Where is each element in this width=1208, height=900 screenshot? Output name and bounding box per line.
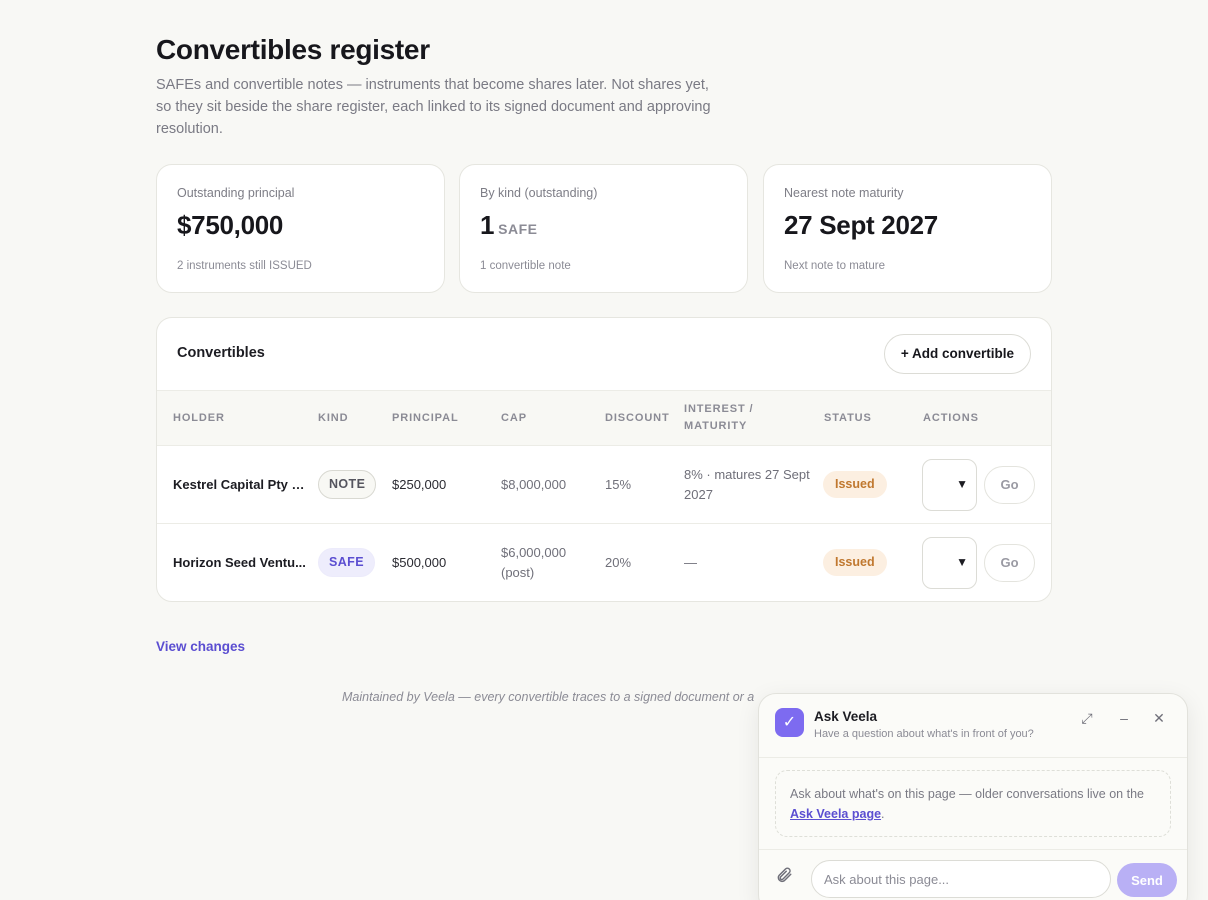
column-header-actions: ACTIONS — [923, 412, 979, 424]
table-header-bar: Convertibles + Add convertible — [157, 318, 1051, 391]
chat-header: ✓ Ask Veela Have a question about what's… — [759, 694, 1187, 758]
principal-cell: $250,000 — [392, 477, 447, 492]
card-sub: 2 instruments still ISSUED — [177, 260, 312, 272]
column-header-kind: KIND — [318, 412, 349, 424]
kind-badge: SAFE — [318, 548, 375, 577]
go-button[interactable]: Go — [984, 466, 1035, 504]
chat-input[interactable] — [811, 860, 1111, 898]
summary-card-principal: Outstanding principal $750,000 2 instrum… — [156, 164, 445, 293]
column-header-principal: PRINCIPAL — [392, 412, 459, 424]
card-value-unit: SAFE — [498, 221, 538, 237]
page-title: Convertibles register — [156, 34, 430, 65]
card-value: 27 Sept 2027 — [784, 210, 1031, 244]
check-icon: ✓ — [775, 708, 804, 737]
card-value: 1 SAFE — [480, 210, 727, 244]
chat-footer: Send — [759, 849, 1187, 900]
status-badge: Issued — [823, 471, 887, 498]
chat-title: Ask Veela — [814, 709, 878, 724]
card-label: Outstanding principal — [177, 186, 295, 200]
principal-cell: $500,000 — [392, 555, 447, 570]
card-sub: Next note to mature — [784, 260, 885, 272]
column-header-discount: DISCOUNT — [605, 412, 670, 424]
column-header-holder: HOLDER — [173, 412, 225, 424]
column-header-status: STATUS — [824, 412, 872, 424]
table-row: Horizon Seed Ventu... SAFE $500,000 $6,0… — [157, 524, 1051, 601]
send-button[interactable]: Send — [1117, 863, 1177, 897]
column-header-interest: INTEREST / MATURITY — [684, 403, 754, 432]
chat-hint: Ask about what's on this page — older co… — [775, 770, 1171, 837]
kind-badge: NOTE — [318, 470, 377, 499]
action-select[interactable]: ▼ — [922, 459, 977, 511]
table-column-headers: HOLDER KIND PRINCIPAL CAP DISCOUNT INTER… — [157, 391, 1051, 446]
close-icon[interactable]: ✕ — [1150, 710, 1168, 727]
card-label: Nearest note maturity — [784, 186, 904, 200]
convertibles-table-card: Convertibles + Add convertible HOLDER KI… — [156, 317, 1052, 602]
interest-cell: — — [684, 555, 697, 570]
view-changes-link[interactable]: View changes — [156, 639, 245, 654]
cap-cell: $8,000,000 — [501, 477, 567, 492]
ask-veela-page-link[interactable]: Ask Veela page — [790, 807, 881, 821]
paperclip-icon[interactable] — [775, 866, 793, 889]
holder-cell: Kestrel Capital Pty L... — [173, 477, 307, 492]
chevron-down-icon: ▼ — [956, 555, 968, 569]
card-value-number: 1 — [480, 210, 495, 240]
status-badge: Issued — [823, 549, 887, 576]
card-label: By kind (outstanding) — [480, 186, 598, 200]
chat-hint-text: Ask about what's on this page — older co… — [790, 787, 1144, 801]
footer-note: Maintained by Veela — every convertible … — [342, 690, 755, 704]
chat-hint-suffix: . — [881, 807, 885, 821]
column-header-cap: CAP — [501, 412, 527, 424]
cap-cell: $6,000,000 (post) — [501, 545, 567, 580]
interest-cell: 8% · matures 27 Sept 2027 — [684, 467, 810, 502]
minimize-icon[interactable]: – — [1115, 710, 1133, 726]
card-value-number: $750,000 — [177, 210, 284, 240]
page-subtitle: SAFEs and convertible notes — instrument… — [156, 77, 711, 137]
card-value: $750,000 — [177, 210, 424, 244]
go-button[interactable]: Go — [984, 544, 1035, 582]
summary-card-kind: By kind (outstanding) 1 SAFE 1 convertibl… — [459, 164, 748, 293]
expand-icon[interactable]: ⤢ — [1078, 710, 1096, 727]
summary-card-maturity: Nearest note maturity 27 Sept 2027 Next … — [763, 164, 1052, 293]
card-sub: 1 convertible note — [480, 260, 571, 272]
chat-subtitle: Have a question about what's in front of… — [814, 728, 1034, 740]
table-row: Kestrel Capital Pty L... NOTE $250,000 $… — [157, 446, 1051, 524]
add-convertible-button[interactable]: + Add convertible — [883, 334, 1031, 374]
action-select[interactable]: ▼ — [922, 537, 977, 589]
summary-cards: Outstanding principal $750,000 2 instrum… — [156, 164, 1052, 293]
ask-veela-panel: ✓ Ask Veela Have a question about what's… — [758, 693, 1188, 900]
chevron-down-icon: ▼ — [956, 477, 968, 491]
discount-cell: 20% — [605, 555, 632, 570]
table-title: Convertibles — [177, 345, 265, 361]
discount-cell: 15% — [605, 477, 632, 492]
holder-cell: Horizon Seed Ventu... — [173, 555, 306, 570]
card-value-number: 27 Sept 2027 — [784, 210, 938, 240]
